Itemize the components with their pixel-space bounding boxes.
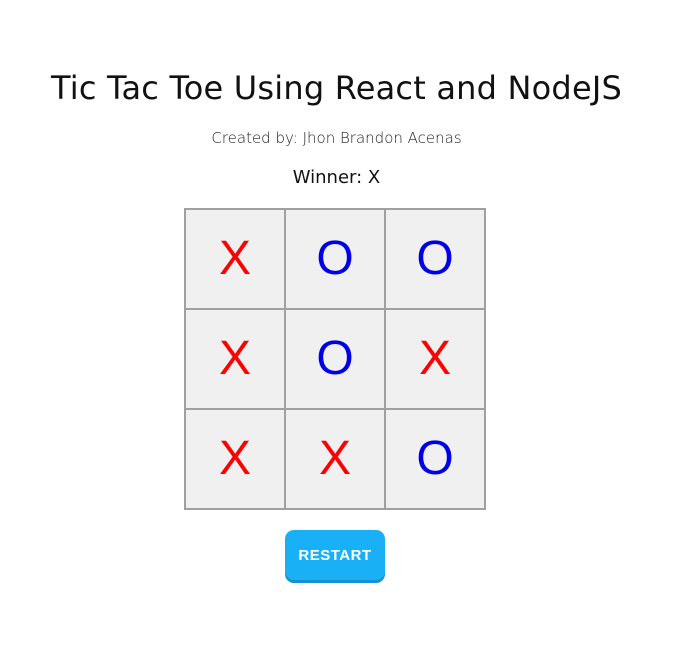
board-cell-6[interactable]: X	[386, 310, 486, 410]
board-cell-4[interactable]: X	[186, 310, 286, 410]
board-cell-8[interactable]: X	[286, 410, 386, 510]
restart-button[interactable]: RESTART	[285, 530, 385, 580]
author-credit: Created by: Jhon Brandon Acenas	[211, 129, 462, 147]
board-cell-7[interactable]: X	[186, 410, 286, 510]
board-cell-2[interactable]: O	[286, 210, 386, 310]
page-title: Tic Tac Toe Using React and NodeJS	[51, 69, 622, 107]
board-cell-1[interactable]: X	[186, 210, 286, 310]
board-cell-5[interactable]: O	[286, 310, 386, 410]
game-board: X O O X O X X X O	[184, 208, 486, 510]
board-cell-9[interactable]: O	[386, 410, 486, 510]
game-status: Winner: X	[292, 167, 381, 188]
board-cell-3[interactable]: O	[386, 210, 486, 310]
